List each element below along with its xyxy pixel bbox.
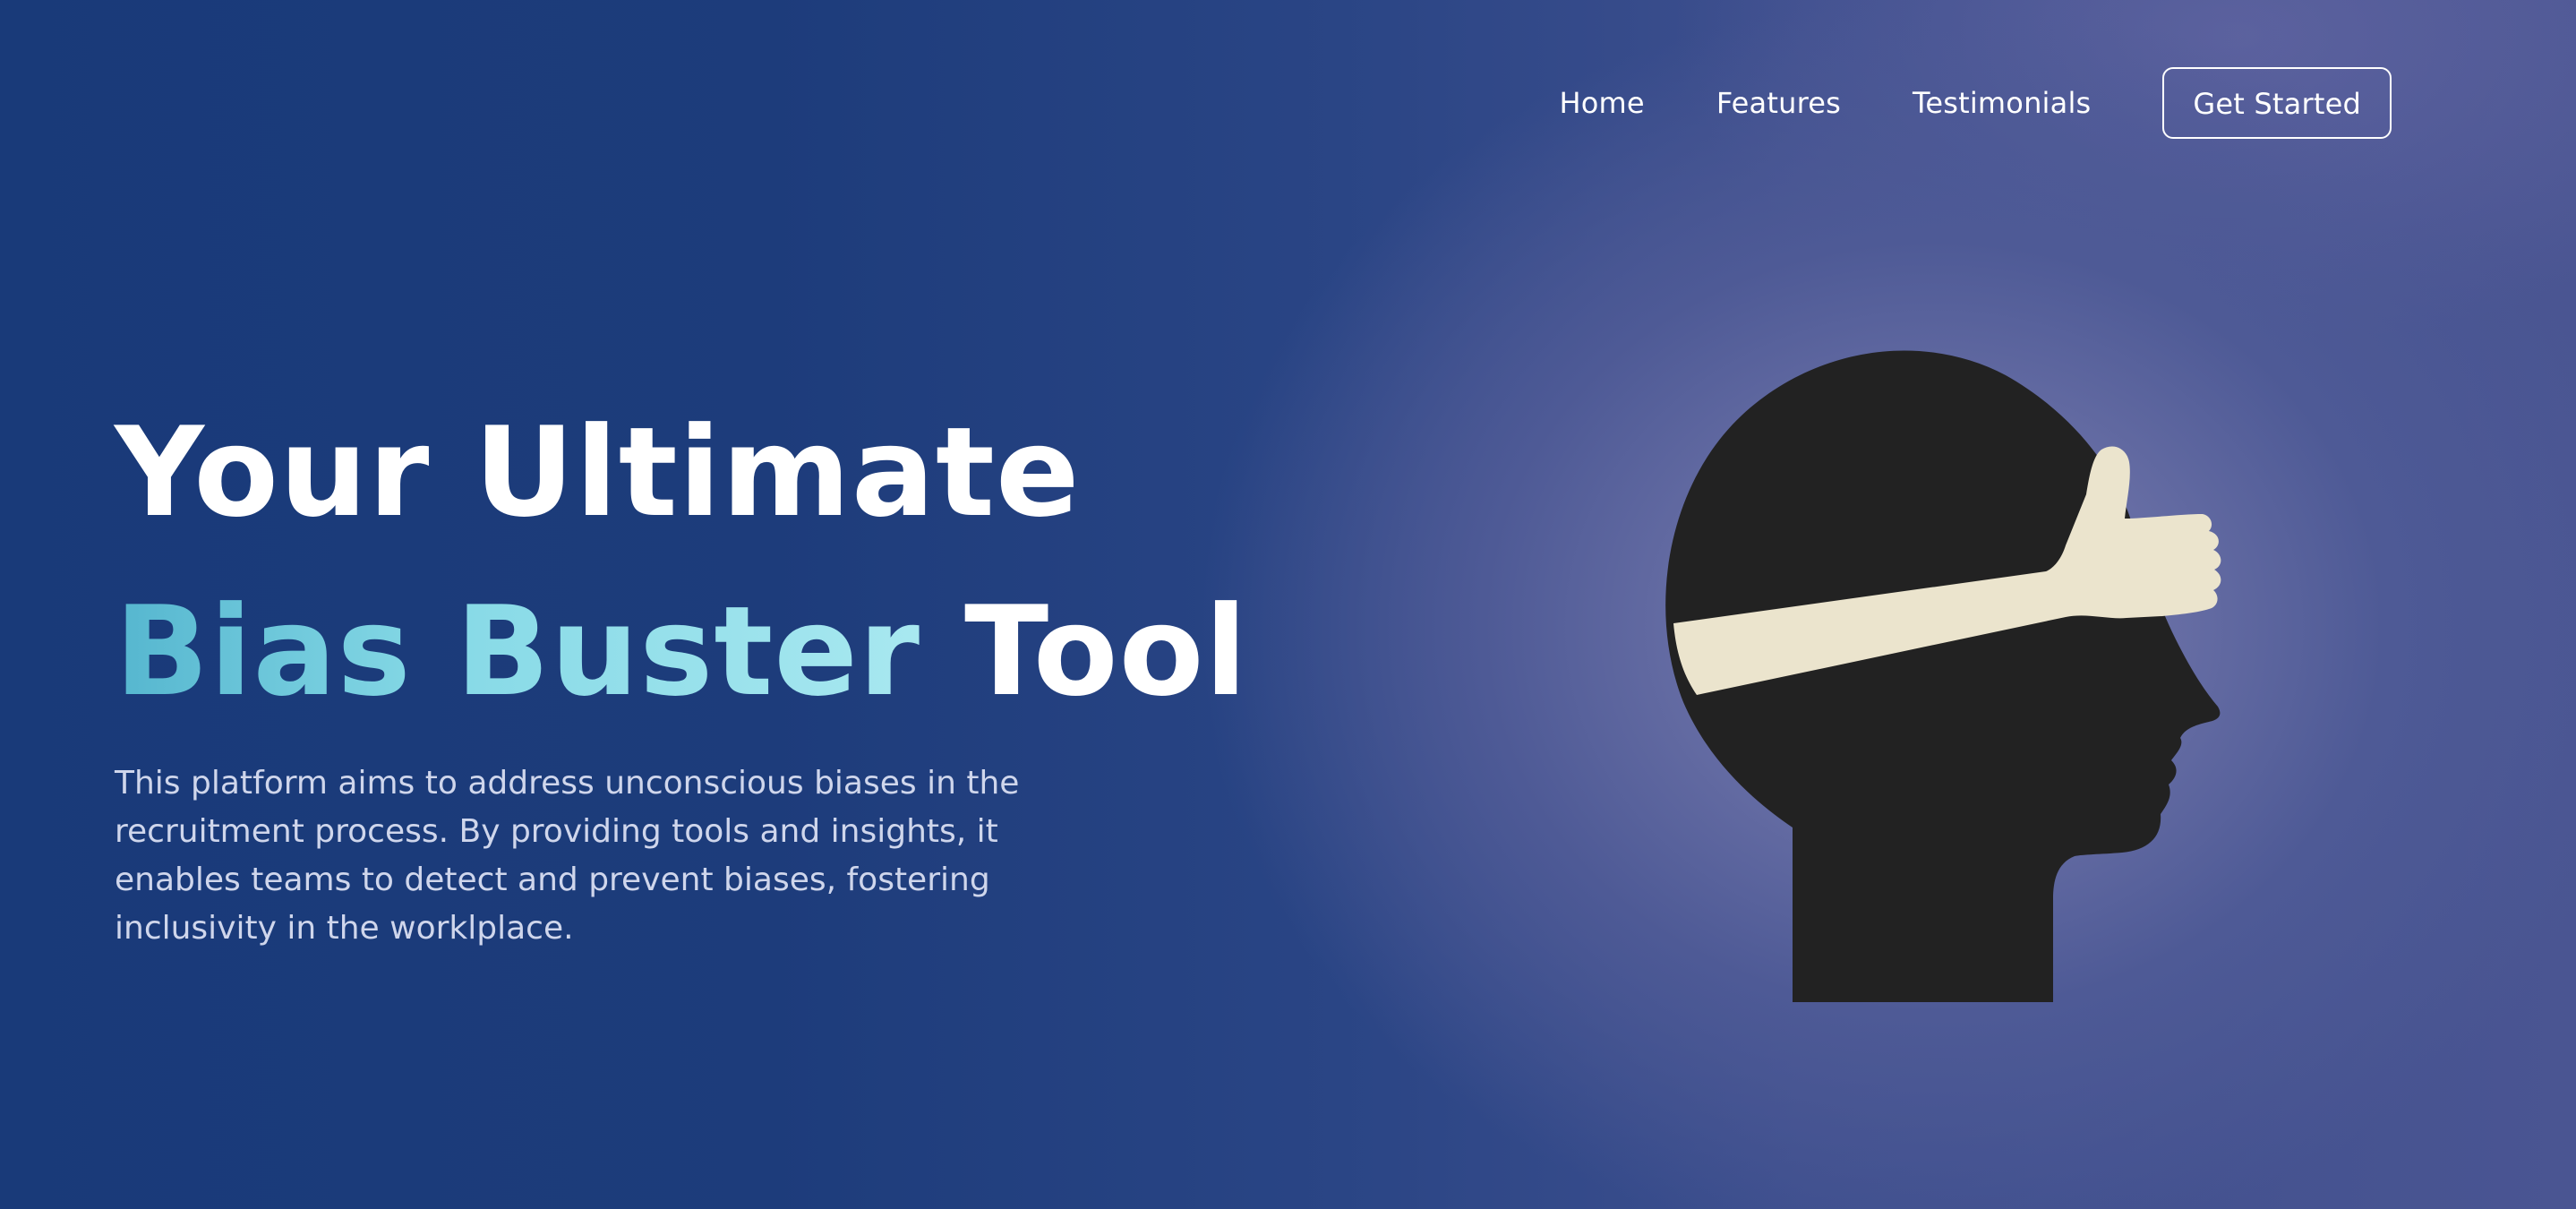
nav-link-home[interactable]: Home bbox=[1560, 86, 1645, 120]
hero-title-end: Tool bbox=[964, 579, 1248, 724]
nav-link-testimonials[interactable]: Testimonials bbox=[1913, 86, 2091, 120]
hero-title-line-1: Your Ultimate bbox=[115, 400, 1081, 544]
hero-description: This platform aims to address unconsciou… bbox=[115, 765, 1020, 947]
top-navigation: Home Features Testimonials Get Started bbox=[1560, 67, 2392, 139]
get-started-button[interactable]: Get Started bbox=[2162, 67, 2392, 139]
nav-link-features[interactable]: Features bbox=[1716, 86, 1841, 120]
blindfolded-head-icon bbox=[1665, 350, 2221, 1002]
hero-title: Your Ultimate Bias Buster Tool bbox=[115, 383, 1248, 742]
hero-title-accent: Bias Buster bbox=[115, 579, 920, 724]
hero-title-line-2: Bias Buster Tool bbox=[115, 562, 1248, 742]
